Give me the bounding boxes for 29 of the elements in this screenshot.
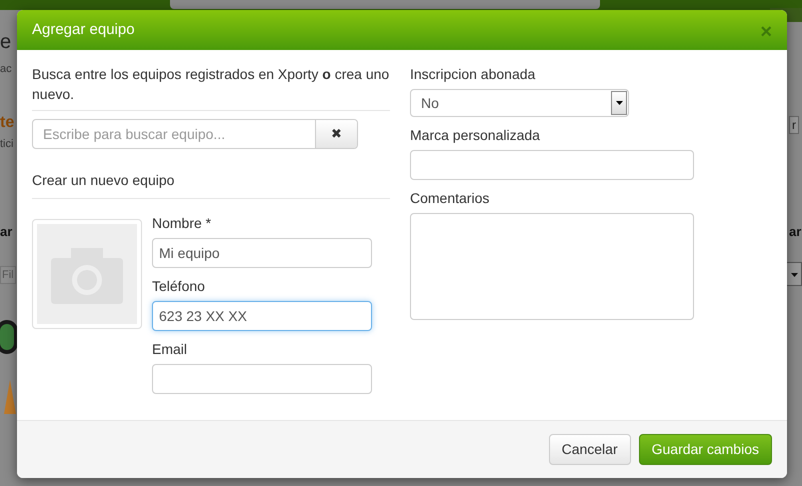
team-photo-frame[interactable] [32,219,142,329]
background-text: r [789,116,799,134]
background-text: te [0,113,14,133]
field-label: Comentarios [410,189,490,208]
team-search-field[interactable]: Escribe para buscar equipo... ✖ [32,119,358,149]
intro-text: Busca entre los equipos registrados en Xporty o crea uno nuevo. [32,64,390,111]
field-label: Nombre * [152,214,212,233]
background-text: ar [0,224,12,240]
field-label: Teléfono [152,277,206,296]
dialog-title: Agregar equipo [32,20,135,40]
background-text: tici [0,137,14,151]
field-label: Inscripcion abonada [410,65,536,84]
select-field[interactable]: No [410,89,629,117]
input-field[interactable]: Mi equipo [152,238,372,268]
background-text: ar [789,224,802,240]
field-label: Email [152,340,188,359]
input-field[interactable] [410,150,694,180]
section-heading: Crear un nuevo equipo [32,170,390,199]
input-field[interactable]: 623 23 XX XX [152,301,372,331]
background-text: e [0,30,12,54]
background-text: ac [0,62,12,76]
badge-icon [0,320,18,354]
cancel-button[interactable]: Cancelar [548,434,631,465]
clear-button[interactable]: ✖ [315,120,357,148]
comment-field[interactable] [410,213,694,320]
cone-icon [4,380,16,414]
input-field[interactable] [152,364,372,394]
field-label: Marca personalizada [410,126,541,145]
background-text: Fil [0,266,16,284]
